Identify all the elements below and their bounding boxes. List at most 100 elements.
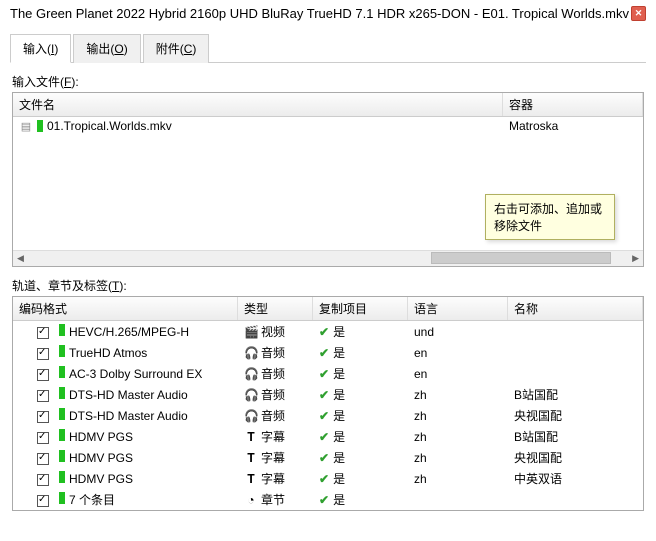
track-row[interactable]: HDMV PGS𝐓字幕✔是zh央视国配 <box>13 447 643 468</box>
subtitle-icon: 𝐓 <box>244 430 258 445</box>
audio-icon: 🎧 <box>244 346 258 360</box>
tracks-grid[interactable]: 编码格式 类型 复制项目 语言 名称 HEVC/H.265/MPEG-H 🎬视频 ✔… <box>12 296 644 511</box>
track-checkbox[interactable] <box>37 327 49 339</box>
context-tooltip: 右击可添加、追加或移除文件 <box>485 194 615 240</box>
track-codec: 7 个条目 <box>69 493 115 507</box>
checkmark-icon: ✔ <box>319 325 329 339</box>
input-files-label: 输入文件(F): <box>12 73 644 90</box>
color-chip <box>59 345 65 357</box>
track-type: 字幕 <box>261 451 285 465</box>
track-type: 视频 <box>261 325 285 339</box>
track-lang: zh <box>414 451 427 465</box>
track-row[interactable]: TrueHD Atmos🎧音频✔是en <box>13 342 643 363</box>
subtitle-icon: 𝐓 <box>244 472 258 487</box>
track-row[interactable]: 7 个条目◔章节✔是 <box>13 489 643 510</box>
track-codec: TrueHD Atmos <box>69 346 147 360</box>
track-copy: 是 <box>333 472 345 486</box>
tab-attachments[interactable]: 附件(C) <box>143 34 210 63</box>
track-name: 央视国配 <box>514 409 562 423</box>
track-copy: 是 <box>333 430 345 444</box>
scroll-right-icon[interactable]: ▶ <box>628 253 643 264</box>
col-codec[interactable]: 编码格式 <box>13 297 238 320</box>
track-lang: zh <box>414 409 427 423</box>
track-lang: en <box>414 367 427 381</box>
track-lang: und <box>414 325 434 339</box>
track-copy: 是 <box>333 367 345 381</box>
color-chip <box>59 429 65 441</box>
track-copy: 是 <box>333 409 345 423</box>
file-container: Matroska <box>509 119 637 133</box>
color-chip <box>59 387 65 399</box>
track-row[interactable]: DTS-HD Master Audio 🎧音频 ✔ 是 zh B站国配 <box>13 384 643 405</box>
track-copy: 是 <box>333 388 345 402</box>
track-codec: HDMV PGS <box>69 472 133 486</box>
track-checkbox[interactable] <box>37 474 49 486</box>
track-codec: HDMV PGS <box>69 451 133 465</box>
col-container[interactable]: 容器 <box>503 93 643 116</box>
file-icon: ▤ <box>19 120 33 133</box>
track-row[interactable]: AC-3 Dolby Surround EX🎧音频✔是en <box>13 363 643 384</box>
h-scrollbar[interactable]: ◀ ▶ <box>13 250 643 266</box>
track-type: 音频 <box>261 388 285 402</box>
track-lang: zh <box>414 388 427 402</box>
track-checkbox[interactable] <box>37 432 49 444</box>
track-type: 章节 <box>261 493 285 507</box>
color-chip <box>59 471 65 483</box>
track-type: 字幕 <box>261 430 285 444</box>
tab-input[interactable]: 输入(I) <box>10 34 71 63</box>
track-checkbox[interactable] <box>37 453 49 465</box>
color-chip <box>59 450 65 462</box>
file-name: 01.Tropical.Worlds.mkv <box>47 119 172 133</box>
track-row[interactable]: HEVC/H.265/MPEG-H 🎬视频 ✔ 是 und <box>13 321 643 342</box>
track-row[interactable]: DTS-HD Master Audio🎧音频✔是zh央视国配 <box>13 405 643 426</box>
tab-output[interactable]: 输出(O) <box>73 34 140 63</box>
audio-icon: 🎧 <box>244 367 258 381</box>
track-checkbox[interactable] <box>37 390 49 402</box>
color-chip <box>59 324 65 336</box>
subtitle-icon: 𝐓 <box>244 451 258 466</box>
file-row[interactable]: ▤ 01.Tropical.Worlds.mkv Matroska <box>13 117 643 135</box>
track-codec: DTS-HD Master Audio <box>69 409 188 423</box>
track-codec: DTS-HD Master Audio <box>69 388 188 402</box>
track-codec: HEVC/H.265/MPEG-H <box>69 325 189 339</box>
track-grid-header: 编码格式 类型 复制项目 语言 名称 <box>13 297 643 321</box>
track-codec: AC-3 Dolby Surround EX <box>69 367 202 381</box>
track-codec: HDMV PGS <box>69 430 133 444</box>
video-icon: 🎬 <box>244 325 258 339</box>
track-name: B站国配 <box>514 388 558 402</box>
track-checkbox[interactable] <box>37 411 49 423</box>
scroll-thumb[interactable] <box>431 252 611 264</box>
track-type: 音频 <box>261 409 285 423</box>
audio-icon: 🎧 <box>244 388 258 402</box>
tracks-label: 轨道、章节及标签(T): <box>12 277 644 294</box>
track-type: 音频 <box>261 367 285 381</box>
col-type[interactable]: 类型 <box>238 297 313 320</box>
track-checkbox[interactable] <box>37 369 49 381</box>
checkmark-icon: ✔ <box>319 493 329 507</box>
track-name: B站国配 <box>514 430 558 444</box>
checkmark-icon: ✔ <box>319 472 329 486</box>
checkmark-icon: ✔ <box>319 388 329 402</box>
track-checkbox[interactable] <box>37 348 49 360</box>
track-lang: zh <box>414 472 427 486</box>
audio-icon: 🎧 <box>244 409 258 423</box>
input-files-grid[interactable]: 文件名 容器 ▤ 01.Tropical.Worlds.mkv Matroska… <box>12 92 644 267</box>
track-copy: 是 <box>333 346 345 360</box>
track-lang: en <box>414 346 427 360</box>
col-lang[interactable]: 语言 <box>408 297 508 320</box>
scroll-left-icon[interactable]: ◀ <box>13 253 28 264</box>
checkmark-icon: ✔ <box>319 430 329 444</box>
track-checkbox[interactable] <box>37 495 49 507</box>
track-copy: 是 <box>333 493 345 507</box>
track-copy: 是 <box>333 451 345 465</box>
checkmark-icon: ✔ <box>319 451 329 465</box>
color-chip <box>59 408 65 420</box>
track-copy: 是 <box>333 325 345 339</box>
col-name[interactable]: 名称 <box>508 297 643 320</box>
track-type: 音频 <box>261 346 285 360</box>
close-icon[interactable]: ✕ <box>631 6 646 21</box>
col-copy[interactable]: 复制项目 <box>313 297 408 320</box>
col-filename[interactable]: 文件名 <box>13 93 503 116</box>
track-row[interactable]: HDMV PGS𝐓字幕✔是zh中英双语 <box>13 468 643 489</box>
track-row[interactable]: HDMV PGS𝐓字幕✔是zhB站国配 <box>13 426 643 447</box>
